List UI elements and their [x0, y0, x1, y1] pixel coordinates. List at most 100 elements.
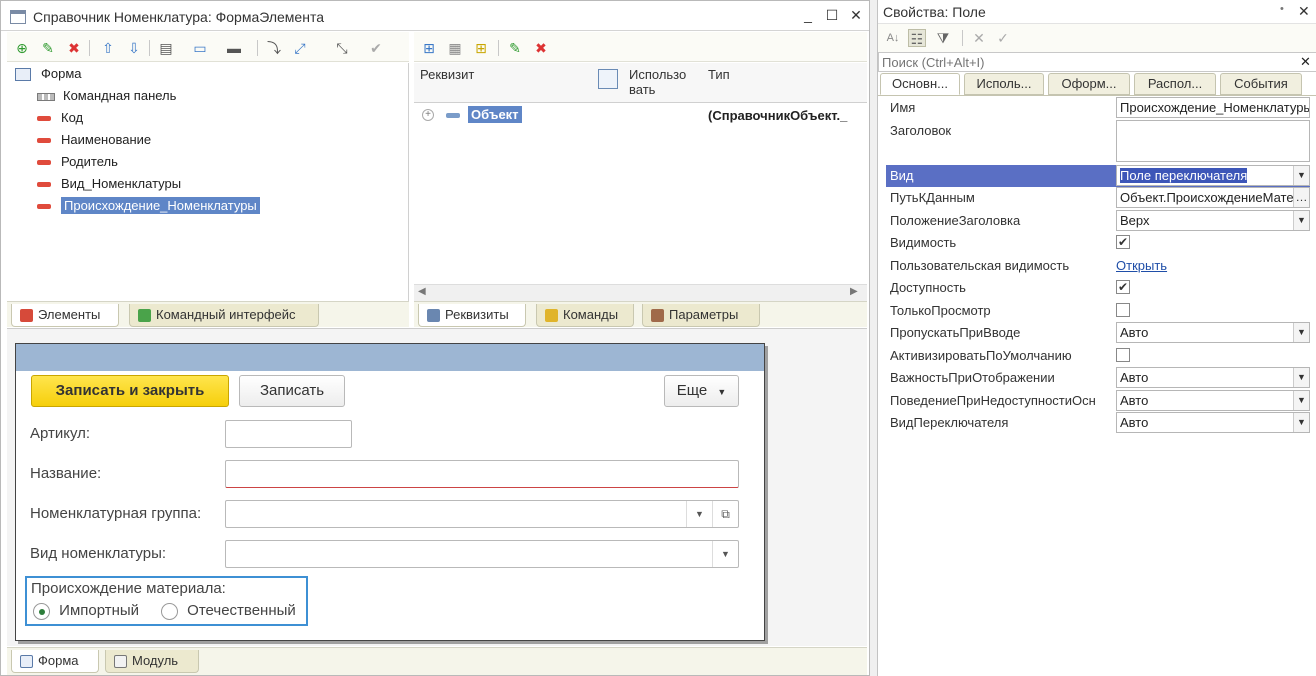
tree-item[interactable]: Родитель [37, 151, 118, 173]
stretch-icon[interactable]: ⤡ [333, 39, 351, 57]
move-down-icon[interactable]: ⇩ [125, 39, 143, 57]
col-type[interactable]: Тип [708, 67, 730, 82]
resize-icon[interactable]: ⤢ [291, 39, 309, 57]
open-icon[interactable]: ⧉ [712, 501, 738, 527]
sort-alpha-icon[interactable]: A↓ [884, 29, 902, 47]
property-checkbox[interactable] [1116, 347, 1130, 362]
check-icon[interactable]: ✔ [367, 39, 385, 57]
kind-label: Вид номенклатуры: [30, 545, 167, 562]
dropdown-arrow-icon[interactable]: ▼ [1293, 210, 1309, 230]
horizontal-scrollbar[interactable]: ◀ ▶ [414, 284, 867, 301]
article-input[interactable] [225, 420, 352, 448]
link-icon[interactable]: ⤵ [265, 39, 283, 57]
property-checkbox[interactable] [1116, 302, 1130, 317]
property-name: Имя [890, 100, 916, 115]
add-column-icon[interactable]: ⊞ [472, 39, 490, 57]
minimize-button[interactable]: _ [799, 7, 817, 23]
property-value[interactable]: Поле переключателя ▼ [1116, 164, 1310, 186]
move-up-icon[interactable]: ⇧ [99, 39, 117, 57]
kind-input[interactable]: ▼ [225, 540, 739, 568]
cancel-icon[interactable]: ✕ [970, 29, 988, 47]
tree-item[interactable]: Командная панель [37, 85, 176, 107]
properties-close-button[interactable]: ✕ [1298, 3, 1310, 20]
col-use[interactable]: Использо вать [629, 67, 686, 97]
property-row: ВидПереключателя Авто ▼ [886, 412, 1310, 435]
tree-item[interactable]: Наименование [37, 129, 151, 151]
properties-tab[interactable]: Распол... [1134, 73, 1216, 95]
dropdown-arrow-icon[interactable]: ▼ [1293, 413, 1309, 432]
property-row: ПоложениеЗаголовка Верх ▼ [886, 209, 1310, 233]
group-input[interactable]: ▼ ⧉ [225, 500, 739, 528]
more-button[interactable]: Еще ▼ [664, 375, 739, 407]
close-button[interactable]: ✕ [847, 7, 865, 24]
properties-tab[interactable]: Оформ... [1048, 73, 1130, 95]
name-input[interactable] [225, 460, 739, 488]
elements-toolbar: ⊕ ✎ ✖ ⇧ ⇩ ▤ ▭ ▬ ⤵ ⤢ ⤡ ✔ [7, 32, 409, 62]
save-and-close-button[interactable]: Записать и закрыть [31, 375, 229, 407]
property-value[interactable]: Авто ▼ [1116, 389, 1310, 411]
apply-icon[interactable]: ✓ [994, 29, 1012, 47]
tab-parameters[interactable]: Параметры [642, 304, 760, 327]
properties-tab[interactable]: Основн... [880, 73, 960, 95]
tree-item[interactable]: Происхождение_Номенклатуры [37, 195, 260, 217]
col-attribute[interactable]: Реквизит [420, 67, 474, 82]
kind-dropdown-button[interactable]: ▼ [712, 541, 738, 567]
tree-item-label: Наименование [61, 132, 152, 147]
scroll-right-icon[interactable]: ▶ [850, 286, 858, 297]
dropdown-arrow-icon[interactable]: ▼ [1293, 323, 1309, 342]
add-icon[interactable]: ⊕ [13, 39, 31, 57]
property-value[interactable]: Авто ▼ [1116, 322, 1310, 343]
property-value[interactable]: Объект.ПроисхождениеМатериала… [1116, 187, 1310, 208]
tree-item[interactable]: Вид_Номенклатуры [37, 173, 181, 195]
origin-option-domestic[interactable]: Отечественный [161, 602, 296, 620]
properties-tab[interactable]: События [1220, 73, 1302, 95]
property-checkbox[interactable]: ✔ [1116, 280, 1130, 294]
save-button[interactable]: Записать [239, 375, 345, 407]
delete-attribute-icon[interactable]: ✖ [532, 39, 550, 57]
property-value-text: Верх [1120, 212, 1150, 228]
tab-elements[interactable]: Элементы [11, 304, 119, 327]
add-attribute-icon[interactable]: ⊞ [420, 39, 438, 57]
dropdown-arrow-icon[interactable]: ▼ [1293, 368, 1309, 387]
clear-search-icon[interactable]: ✕ [1300, 54, 1311, 70]
tab-attributes[interactable]: Реквизиты [418, 304, 526, 327]
property-value[interactable]: Авто ▼ [1116, 412, 1310, 433]
select-path-icon[interactable]: … [1293, 188, 1309, 207]
dropdown-arrow-icon[interactable]: ▼ [1293, 165, 1309, 185]
property-value[interactable]: Происхождение_Номенклатуры [1116, 97, 1310, 118]
display-icon[interactable]: ▭ [191, 39, 209, 57]
property-value[interactable]: Верх ▼ [1116, 209, 1310, 231]
edit-attribute-icon[interactable]: ✎ [506, 39, 524, 57]
edit-icon[interactable]: ✎ [39, 39, 57, 57]
property-value[interactable]: Авто ▼ [1116, 367, 1310, 388]
pin-icon[interactable]: • [1280, 3, 1284, 15]
filter-icon[interactable]: ⧩ [934, 29, 952, 47]
search-input[interactable] [879, 53, 1294, 71]
delete-icon[interactable]: ✖ [65, 39, 83, 57]
radio-imported[interactable] [33, 602, 50, 620]
property-value[interactable] [1116, 119, 1310, 162]
panel-icon[interactable]: ▬ [225, 39, 243, 57]
tab-module[interactable]: Модуль [105, 650, 199, 673]
open-link[interactable]: Открыть [1116, 258, 1167, 273]
radio-domestic[interactable] [161, 602, 178, 620]
table-icon[interactable]: ▦ [446, 39, 464, 57]
attribute-object[interactable]: Объект [468, 106, 522, 123]
origin-option-imported[interactable]: Импортный [33, 602, 139, 620]
properties-tab[interactable]: Исполь... [964, 73, 1044, 95]
tree-item[interactable]: Код [37, 107, 83, 129]
dropdown-arrow-icon[interactable]: ▼ [1293, 390, 1309, 410]
tab-command-interface[interactable]: Командный интерфейс [129, 304, 319, 327]
categories-icon[interactable]: ☷ [908, 29, 926, 47]
form-view-icon[interactable]: ▤ [157, 39, 175, 57]
tab-commands[interactable]: Команды [536, 304, 634, 327]
tree-root[interactable]: Форма [15, 63, 82, 85]
property-name: Заголовок [890, 122, 952, 138]
tab-form[interactable]: Форма [11, 650, 99, 673]
scroll-left-icon[interactable]: ◀ [418, 286, 426, 297]
expand-icon[interactable]: + [422, 109, 434, 121]
property-checkbox[interactable]: ✔ [1116, 235, 1130, 249]
group-dropdown-button[interactable]: ▼ [686, 501, 712, 527]
tab-attributes-label: Реквизиты [445, 307, 509, 322]
maximize-button[interactable]: ☐ [823, 7, 841, 24]
